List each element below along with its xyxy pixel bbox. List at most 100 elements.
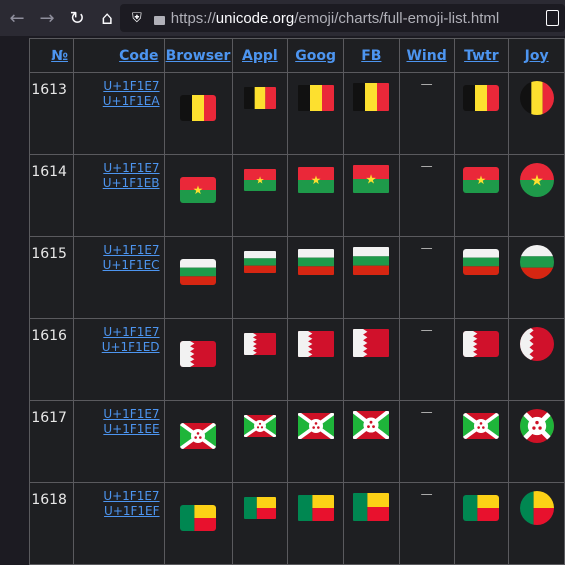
reader-view-icon[interactable] xyxy=(546,10,559,26)
missing-marker: — xyxy=(420,323,433,337)
flag-burundi-icon xyxy=(243,415,276,441)
appl-link[interactable]: Appl xyxy=(242,48,278,64)
twtr-link[interactable]: Twtr xyxy=(464,48,499,64)
wind-emoji-cell: — xyxy=(398,236,455,319)
codepoint-link[interactable]: U+1F1EB xyxy=(74,176,160,191)
joy-emoji-cell xyxy=(508,72,565,155)
appl-emoji-cell xyxy=(231,236,289,319)
missing-marker: — xyxy=(420,77,433,91)
appl-emoji-cell xyxy=(231,482,289,565)
wind-emoji-cell: — xyxy=(398,400,455,483)
flag-belgium-icon xyxy=(353,83,390,115)
wind-emoji-cell: — xyxy=(398,482,455,565)
browser-emoji-cell xyxy=(163,236,233,319)
fb-emoji-cell xyxy=(342,482,400,565)
codepoint-link[interactable]: U+1F1EF xyxy=(74,504,160,519)
flag-burkina-faso-icon: ★ xyxy=(463,167,500,197)
header-browser: Browser xyxy=(163,38,233,73)
twtr-emoji-cell xyxy=(453,482,510,565)
codepoint-link[interactable]: U+1F1E7 xyxy=(74,243,159,258)
code-cell: U+1F1E7 U+1F1EF xyxy=(72,482,165,565)
goog-emoji-cell xyxy=(287,318,344,401)
wind-link[interactable]: Wind xyxy=(406,48,446,64)
flag-bulgaria-icon xyxy=(519,245,554,283)
reload-button[interactable]: ↻ xyxy=(62,3,92,33)
header-row: № Code Browser Appl Goog FB Wind Twtr Jo… xyxy=(29,38,565,73)
flag-burundi-icon xyxy=(519,409,554,447)
table-row: 1617 U+1F1E7 U+1F1EE — xyxy=(29,400,565,483)
url-bar[interactable]: ⛨ https://unicode.org/emoji/charts/full-… xyxy=(120,4,565,32)
fb-link[interactable]: FB xyxy=(361,48,381,64)
code-cell: U+1F1E7 U+1F1EC xyxy=(72,236,165,319)
goog-emoji-cell xyxy=(287,236,344,319)
flag-burundi-icon xyxy=(463,413,500,443)
flag-bahrain-icon xyxy=(463,331,500,361)
lock-icon[interactable] xyxy=(153,15,165,25)
flag-burkina-faso-icon: ★ xyxy=(353,165,390,197)
browser-emoji-cell: ★ xyxy=(163,154,233,237)
forward-button[interactable]: → xyxy=(32,3,62,33)
svg-text:★: ★ xyxy=(530,171,544,189)
row-number: 1613 xyxy=(29,72,74,155)
appl-emoji-cell xyxy=(231,318,289,401)
code-cell: U+1F1E7 U+1F1ED xyxy=(72,318,165,401)
browser-link[interactable]: Browser xyxy=(166,48,231,64)
code-cell: U+1F1E7 U+1F1EA xyxy=(72,72,165,155)
arrow-right-icon: → xyxy=(39,7,55,29)
arrow-left-icon: ← xyxy=(9,7,25,29)
svg-text:★: ★ xyxy=(310,173,320,187)
svg-text:★: ★ xyxy=(476,173,486,187)
codepoint-link[interactable]: U+1F1EC xyxy=(74,258,160,273)
joy-link[interactable]: Joy xyxy=(525,48,549,64)
appl-emoji-cell xyxy=(231,72,289,155)
header-fb: FB xyxy=(342,38,400,73)
back-button[interactable]: ← xyxy=(2,3,32,33)
reload-icon: ↻ xyxy=(69,7,85,29)
codepoint-link[interactable]: U+1F1E7 xyxy=(74,489,159,504)
code-cell: U+1F1E7 U+1F1EB xyxy=(72,154,165,237)
flag-bulgaria-icon xyxy=(463,249,500,279)
codepoint-link[interactable]: U+1F1ED xyxy=(74,340,160,355)
flag-belgium-icon xyxy=(463,85,500,115)
goog-emoji-cell: ★ xyxy=(287,154,344,237)
codepoint-link[interactable]: U+1F1E7 xyxy=(74,79,159,94)
table-row: 1615 U+1F1E7 U+1F1EC — xyxy=(29,236,565,319)
codepoint-link[interactable]: U+1F1EA xyxy=(74,94,160,109)
sort-number-link[interactable]: № xyxy=(51,48,68,64)
missing-marker: — xyxy=(420,241,433,255)
flag-belgium-icon xyxy=(519,81,554,119)
goog-link[interactable]: Goog xyxy=(295,48,336,64)
flag-bahrain-icon xyxy=(519,327,554,365)
missing-marker: — xyxy=(420,159,433,173)
url-text[interactable]: https://unicode.org/emoji/charts/full-em… xyxy=(171,10,499,27)
codepoint-link[interactable]: U+1F1EE xyxy=(74,422,159,437)
table-row: 1616 U+1F1E7 U+1F1ED — xyxy=(29,318,565,401)
joy-emoji-cell xyxy=(508,400,565,483)
codepoint-link[interactable]: U+1F1E7 xyxy=(74,161,159,176)
fb-emoji-cell xyxy=(342,72,400,155)
codepoint-link[interactable]: U+1F1E7 xyxy=(74,325,159,340)
flag-bulgaria-icon xyxy=(297,249,334,279)
emoji-table: № Code Browser Appl Goog FB Wind Twtr Jo… xyxy=(29,38,565,565)
tracking-protection-icon[interactable]: ⛨ xyxy=(132,11,142,26)
home-button[interactable]: ⌂ xyxy=(92,3,122,33)
page-content: № Code Browser Appl Goog FB Wind Twtr Jo… xyxy=(0,36,565,565)
sort-code-link[interactable]: Code xyxy=(119,48,158,64)
flag-belgium-icon xyxy=(180,95,217,125)
flag-burundi-icon xyxy=(297,413,334,443)
flag-bulgaria-icon xyxy=(243,251,276,277)
flag-burkina-faso-icon: ★ xyxy=(519,163,554,201)
codepoint-link[interactable]: U+1F1E7 xyxy=(74,407,159,422)
joy-emoji-cell xyxy=(508,482,565,565)
wind-emoji-cell: — xyxy=(398,154,455,237)
svg-text:★: ★ xyxy=(255,176,264,187)
appl-emoji-cell xyxy=(231,400,289,483)
goog-emoji-cell xyxy=(287,482,344,565)
flag-benin-icon xyxy=(297,495,334,525)
browser-emoji-cell xyxy=(163,482,233,565)
flag-benin-icon xyxy=(353,493,390,525)
header-joy: Joy xyxy=(508,38,565,73)
wind-emoji-cell: — xyxy=(398,72,455,155)
table-row: 1614 U+1F1E7 U+1F1EB ★ ★ ★ ★ — ★ ★ xyxy=(29,154,565,237)
flag-benin-icon xyxy=(463,495,500,525)
